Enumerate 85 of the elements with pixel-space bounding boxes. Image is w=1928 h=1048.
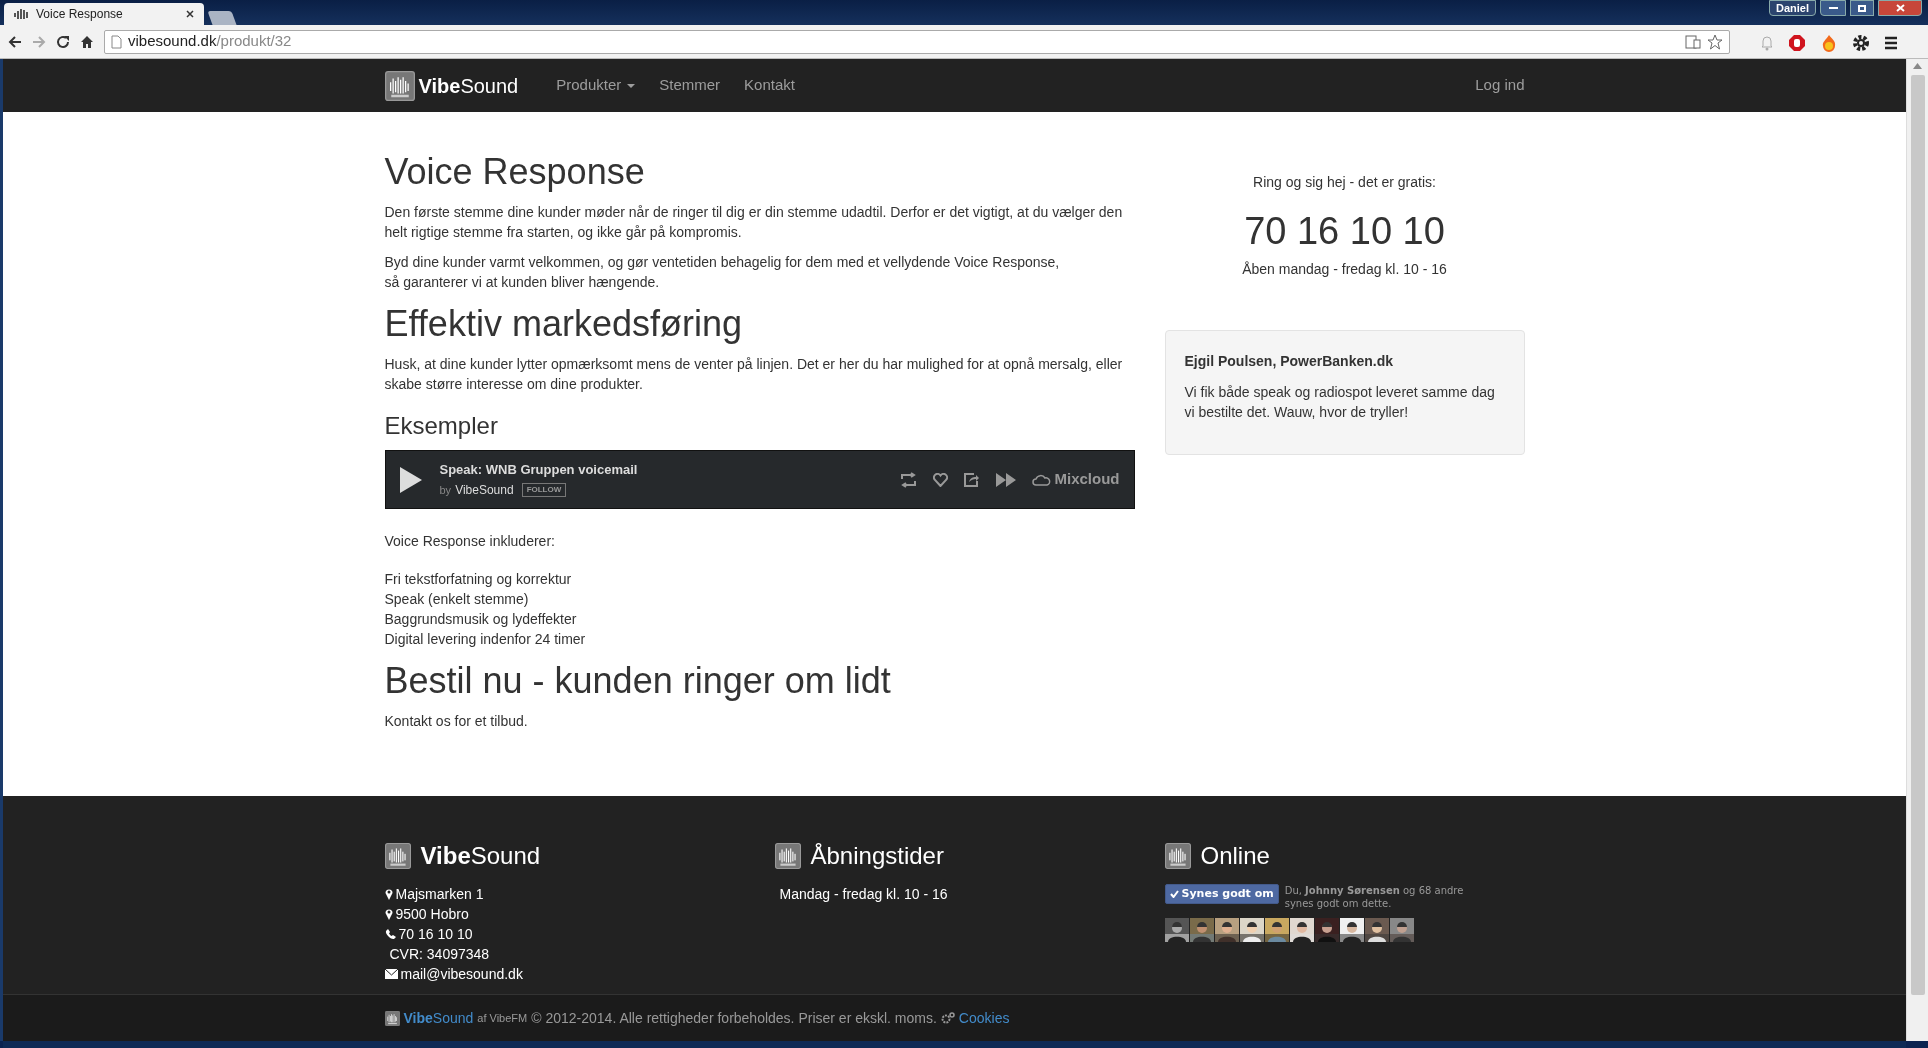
star-icon[interactable]: [1707, 33, 1723, 50]
publisher-text: af VibeFM: [477, 1010, 528, 1026]
close-icon: [1895, 4, 1905, 12]
testimonial-quote: Vi fik både speak og radiospot leveret samme dag vi bestilte det. Wauw, hvor de tryller!: [1184, 383, 1496, 422]
testimonial-author: Ejgil Poulsen, PowerBanken.dk: [1184, 352, 1394, 371]
paragraph: Kontakt os for et tilbud.: [384, 712, 529, 731]
footer-text: Mandag - fredag kl. 10 - 16: [779, 884, 948, 904]
paragraph: Voice Response inkluderer:: [384, 532, 556, 551]
footer-text: mail@vibesound.dk: [400, 964, 523, 984]
logo-icon: [384, 843, 411, 869]
brand-link[interactable]: VibeSound: [403, 1007, 474, 1029]
copyright-text: © 2012-2014. Alle rettigheder forbeholdes. Priser er ekskl. moms.: [531, 1008, 937, 1028]
opening-hours: Åben mandag - fredag kl. 10 - 16: [1242, 260, 1447, 279]
artist-link[interactable]: VibeSound: [455, 481, 514, 500]
footer-heading: VibeSound: [420, 841, 541, 871]
phone-number: 70 16 10 10: [1244, 209, 1445, 253]
heading: Bestil nu - kunden ringer om lidt: [384, 661, 892, 701]
by-label: by: [439, 483, 452, 498]
cloud-icon: [1032, 473, 1053, 486]
nav-link[interactable]: Stemmer: [647, 74, 733, 97]
paragraph: Husk, at dine kunder lytter opmærksomt mens de venter på linjen. Det er her du har mulighed for at opnå mersalg, eller skabe større interesse om dine produkter.: [384, 355, 1124, 394]
url-text: vibesound.dk/produkt/32: [128, 31, 293, 52]
heading: Voice Response: [384, 152, 646, 192]
tab-title: Voice Response: [36, 6, 124, 23]
maximize-button[interactable]: [1850, 0, 1874, 16]
browser-tab[interactable]: Voice Response: [4, 3, 204, 25]
close-button[interactable]: [1878, 0, 1922, 16]
caret-icon: [627, 83, 636, 88]
nav-link[interactable]: Produkter: [544, 74, 648, 97]
logo-icon: [384, 1010, 400, 1026]
follow-button[interactable]: FOLLOW: [521, 483, 567, 498]
heart-icon[interactable]: [933, 472, 949, 487]
profile-button[interactable]: Daniel: [1769, 0, 1816, 16]
footer-text: CVR: 34097348: [389, 944, 490, 964]
map-pin-icon: [384, 908, 393, 920]
menu-icon[interactable]: [1884, 36, 1898, 50]
scrollbar-thumb[interactable]: [1910, 75, 1925, 995]
repeat-icon[interactable]: [900, 471, 918, 488]
address-bar[interactable]: vibesound.dk/produkt/32: [104, 29, 1730, 54]
list-item: Digital levering indenfor 24 timer: [384, 630, 587, 649]
login-link[interactable]: Log ind: [1475, 74, 1525, 97]
track-title: Speak: WNB Gruppen voicemail: [439, 460, 638, 479]
checkmark-icon: [1169, 890, 1179, 898]
like-button[interactable]: Synes godt om: [1164, 884, 1279, 904]
close-icon[interactable]: [186, 10, 194, 18]
mixcloud-label[interactable]: Mixcloud: [1054, 468, 1120, 491]
logo-icon: [384, 70, 415, 101]
list-item: Fri tekstforfatning og korrektur: [384, 570, 573, 589]
fast-forward-icon[interactable]: [996, 472, 1017, 487]
logo-icon: [1164, 843, 1191, 869]
footer-text: 9500 Hobro: [395, 904, 469, 924]
settings-icon[interactable]: [1852, 34, 1870, 52]
cookies-link[interactable]: Cookies: [958, 1007, 1010, 1029]
footer-heading: Åbningstider: [810, 841, 944, 871]
nav-link[interactable]: Kontakt: [732, 74, 807, 97]
new-tab-button[interactable]: [207, 11, 237, 25]
subheading: Eksempler: [384, 412, 499, 440]
call-intro: Ring og sig hej - det er gratis:: [1253, 173, 1436, 192]
footer-text: 70 16 10 10: [398, 924, 473, 944]
sound-wave-icon: [14, 9, 30, 19]
gears-icon: [940, 1012, 955, 1024]
paragraph: Den første stemme dine kunder møder når de ringer til dig er din stemme udadtil. Derfor er det vigtigt, at du vælger den helt rigtige stemme fra starten, og ikke går på kompromis.: [384, 203, 1124, 242]
reload-icon[interactable]: [56, 34, 70, 49]
footer-heading: Online: [1200, 841, 1270, 871]
share-icon[interactable]: [964, 472, 981, 487]
paragraph: Byd dine kunder varmt velkommen, og gør ventetiden behagelig for dem med et vellydende Voice Response, så garanterer vi at kunden bliver hængende.: [384, 253, 1061, 292]
footer-text: Majsmarken 1: [395, 884, 484, 904]
stop-sign-icon[interactable]: [1788, 34, 1806, 52]
devices-icon[interactable]: [1685, 34, 1701, 49]
logo-icon: [774, 843, 801, 869]
flame-icon[interactable]: [1820, 34, 1838, 52]
envelope-icon: [384, 969, 398, 979]
heading: Effektiv markedsføring: [384, 304, 743, 344]
back-icon[interactable]: [8, 34, 22, 49]
phone-icon: [384, 928, 396, 940]
like-summary: Du, Johnny Sørensen og 68 andre synes godt om dette.: [1284, 884, 1465, 910]
play-icon[interactable]: [399, 466, 422, 493]
page-icon: [111, 34, 122, 49]
map-pin-icon: [384, 888, 393, 900]
home-icon[interactable]: [80, 34, 94, 49]
list-item: Speak (enkelt stemme): [384, 590, 530, 609]
scroll-up-icon[interactable]: [1913, 63, 1922, 69]
minimize-button[interactable]: [1820, 0, 1846, 16]
list-item: Baggrundsmusik og lydeffekter: [384, 610, 578, 629]
brand-link[interactable]: VibeSound: [384, 70, 519, 101]
